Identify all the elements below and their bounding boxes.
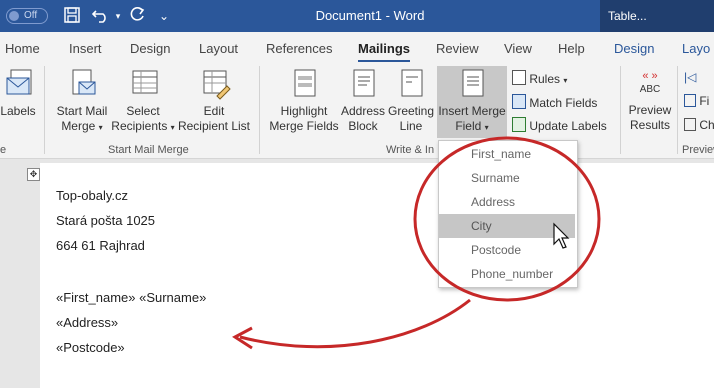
annotation-arrow-curve [239, 298, 471, 349]
mouse-cursor-icon [553, 222, 570, 249]
highlight-circle [413, 136, 601, 302]
annotation-overlay [232, 136, 601, 350]
